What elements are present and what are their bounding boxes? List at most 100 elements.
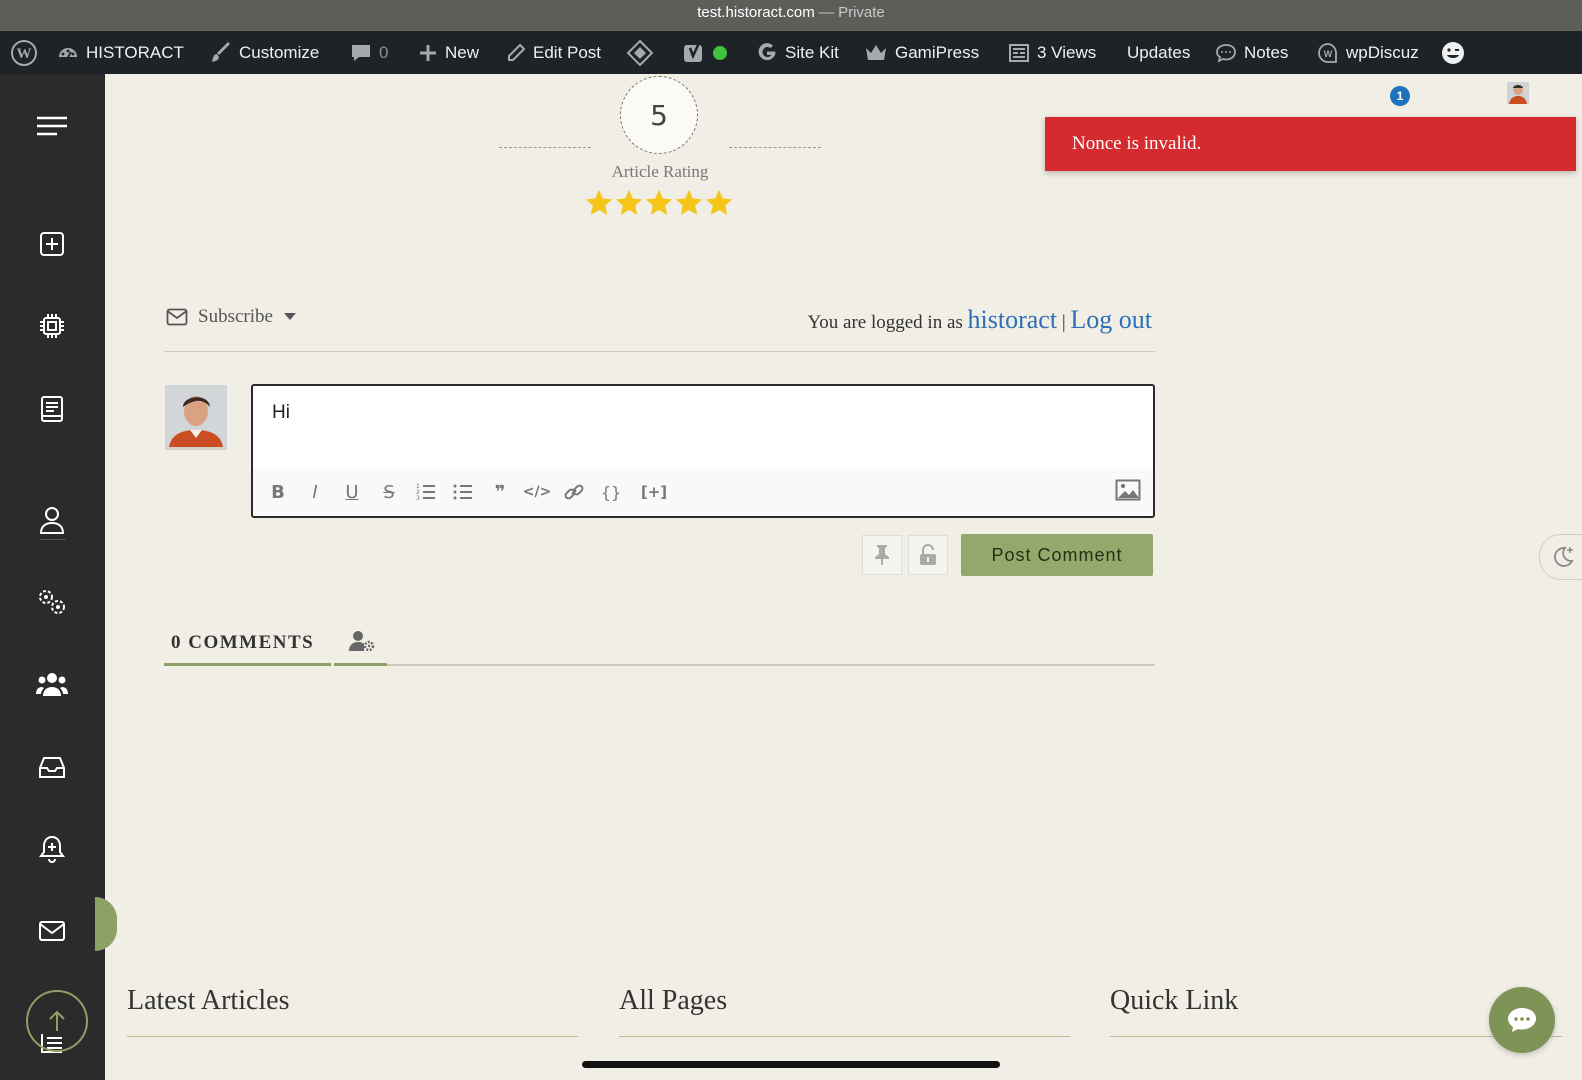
form-divider [164,351,1155,352]
updates-label: Updates [1127,42,1191,62]
link-button[interactable] [562,480,586,504]
blockquote-button[interactable]: ❞ [488,480,512,504]
user-settings-icon [349,631,375,652]
username-link[interactable]: historact [968,305,1058,334]
caret-down-icon [283,313,296,320]
strikethrough-button[interactable]: S [377,480,401,504]
bold-icon: B [271,481,285,503]
site-kit-menu[interactable]: Site Kit [756,31,839,74]
login-prefix: You are logged in as [807,312,963,333]
post-comment-button[interactable]: Post Comment [961,534,1153,576]
gamipress-label: GamiPress [895,42,980,62]
wordpress-logo-menu[interactable]: W [10,31,38,74]
users-group-icon [36,673,68,696]
source-code-button[interactable]: {} [599,480,623,504]
emoji-plugin-menu[interactable] [1441,31,1465,74]
stats-icon [1009,43,1029,62]
commenters-tab[interactable] [349,630,375,657]
star-icon[interactable] [704,188,734,218]
sidebar-add-button[interactable] [34,226,70,262]
sticky-comment-button[interactable] [862,535,902,575]
site-name-label: HISTORACT [86,42,184,62]
sidebar-community-button[interactable] [34,666,70,702]
hamburger-menu-button[interactable] [34,108,70,144]
comment-editor[interactable]: Hi B I U S 123 ❞ </> {} [+] [251,384,1155,518]
notes-menu[interactable]: Notes [1215,31,1288,74]
scroll-to-top-button[interactable] [26,990,88,1052]
comment-bubble-icon [352,44,370,61]
comments-count: 0 [379,42,389,62]
site-name-menu[interactable]: HISTORACT [57,31,184,74]
close-thread-button[interactable] [908,535,948,575]
code-button[interactable]: </> [522,480,552,504]
sidebar-notifications-button[interactable] [34,831,70,867]
diamond-icon [627,39,653,66]
views-menu[interactable]: 3 Views [1008,31,1096,74]
unordered-list-button[interactable] [451,480,475,504]
browser-separator: — [814,4,839,21]
bold-button[interactable]: B [266,480,290,504]
plugin-diamond-menu[interactable] [627,31,653,74]
spoiler-button[interactable]: [+] [636,480,672,504]
wpdiscuz-menu[interactable]: W wpDiscuz [1317,31,1419,74]
ordered-list-icon: 123 [416,483,435,501]
notification-badge[interactable]: 1 [1390,86,1410,106]
new-content-menu[interactable]: New [418,31,479,74]
gamipress-menu[interactable]: GamiPress [864,31,979,74]
sidebar-mail-button[interactable] [34,913,70,949]
login-info: You are logged in as historact | Log out [807,305,1152,335]
sidebar-chip-button[interactable] [34,308,70,344]
speech-bubble-icon [1216,43,1236,63]
sidebar-book-button[interactable] [34,391,70,427]
wpdiscuz-icon: W [1318,42,1337,63]
rating-divider-right [729,147,821,148]
footer-all-pages-title: All Pages [619,985,728,1016]
star-icon[interactable] [674,188,704,218]
plus-icon [420,44,436,61]
rating-label: Article Rating [611,162,709,181]
footer-col2-rule [619,1036,1070,1037]
underline-button[interactable]: U [340,480,364,504]
image-upload-button[interactable] [1115,479,1141,506]
updates-menu[interactable]: Updates [1127,31,1190,74]
edit-post-menu[interactable]: Edit Post [506,31,601,74]
logout-link[interactable]: Log out [1070,305,1152,334]
error-toast[interactable]: Nonce is invalid. [1045,117,1576,171]
comments-count-tab[interactable]: 0 COMMENTS [171,632,314,654]
code-icon: </> [522,484,552,500]
login-separator: | [1061,312,1066,333]
customize-label: Customize [239,42,320,62]
user-avatar-mini[interactable] [1507,82,1529,104]
error-toast-message: Nonce is invalid. [1072,133,1202,154]
rating-value: 5 [650,98,668,132]
chip-icon [40,314,64,338]
browser-url: test.historact.com [697,4,815,21]
star-icon[interactable] [584,188,614,218]
commenter-avatar [165,385,227,450]
sidebar-profile-button[interactable] [34,502,70,538]
pencil-icon [508,43,526,61]
sidebar-divider [40,539,66,540]
footer-latest-articles-title: Latest Articles [127,985,290,1016]
chat-button[interactable] [1489,987,1555,1053]
tabs-baseline [387,664,1155,666]
pin-icon [875,545,889,565]
comment-text-input[interactable]: Hi [272,402,290,424]
sidebar-expand-tab[interactable] [95,897,117,951]
star-icon[interactable] [614,188,644,218]
dark-mode-toggle[interactable] [1539,534,1582,580]
rating-stars[interactable] [584,188,734,218]
spoiler-icon: [+] [640,483,668,501]
yoast-seo-menu[interactable] [682,31,727,74]
comments-menu[interactable]: 0 [350,31,388,74]
browser-address-bar[interactable]: test.historact.com — Private [0,0,1582,31]
subscribe-dropdown[interactable]: Subscribe [166,306,297,328]
italic-button[interactable]: I [303,480,327,504]
ordered-list-button[interactable]: 123 [414,480,438,504]
customize-menu[interactable]: Customize [210,31,319,74]
sidebar-inbox-button[interactable] [34,749,70,785]
sidebar-settings-button[interactable] [34,584,70,620]
envelope-icon [166,308,188,326]
home-indicator [582,1061,1000,1068]
star-icon[interactable] [644,188,674,218]
